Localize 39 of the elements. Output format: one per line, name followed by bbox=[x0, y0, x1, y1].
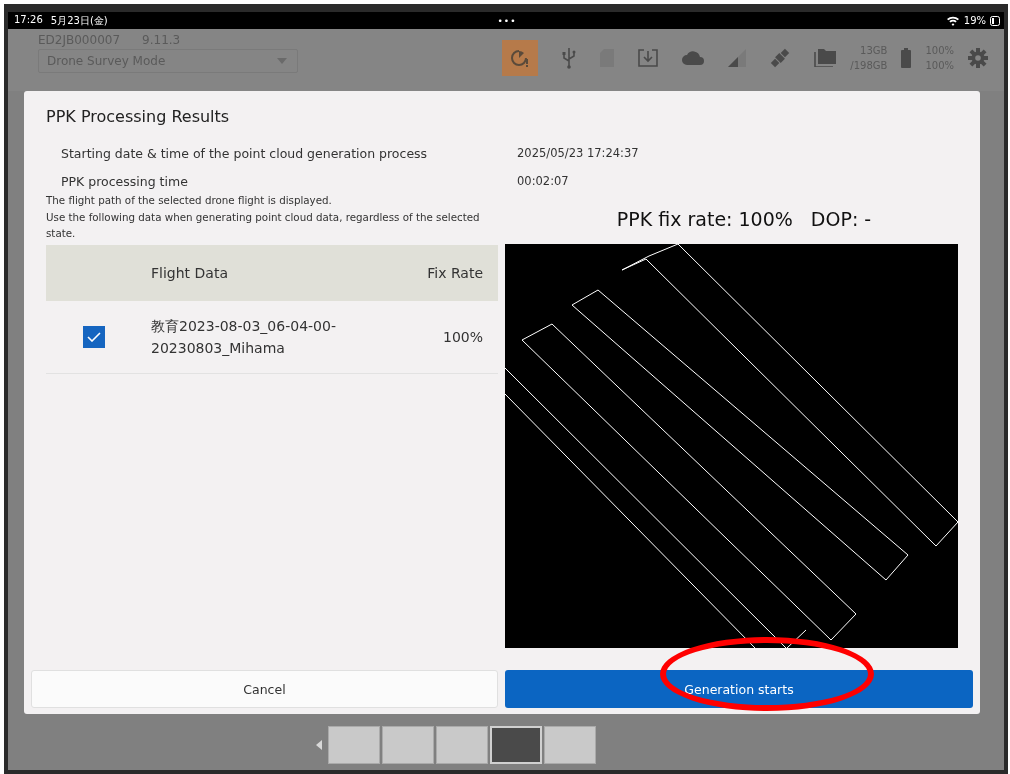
info-value: 00:02:07 bbox=[517, 174, 569, 188]
note-text: Use the following data when generating point cloud data, regardless of the selected state. bbox=[46, 209, 481, 241]
table-cell-text: 教育2023-08-03_06-04-00-20230803_Mihama bbox=[151, 316, 337, 358]
page-thumbnail[interactable] bbox=[328, 726, 380, 764]
page-thumbnail[interactable] bbox=[490, 726, 542, 764]
status-date: 5月23日(金) bbox=[50, 13, 108, 28]
battery-percent: 19% bbox=[963, 15, 986, 26]
multitask-dots[interactable]: ••• bbox=[497, 15, 517, 26]
satellite-icon[interactable] bbox=[770, 48, 791, 68]
settings-icon[interactable] bbox=[968, 48, 988, 68]
checkbox[interactable] bbox=[82, 325, 105, 348]
folder-icon[interactable] bbox=[814, 49, 837, 67]
battery-icon bbox=[990, 15, 1000, 26]
info-label: PPK processing time bbox=[61, 173, 189, 189]
signal-icon[interactable] bbox=[728, 49, 747, 67]
info-label: Starting date & time of the point cloud generation process bbox=[61, 145, 429, 161]
dop-summary: DOP: - bbox=[810, 208, 872, 232]
page-thumbnail[interactable] bbox=[382, 726, 434, 764]
page-thumbnail[interactable] bbox=[544, 726, 596, 764]
usb-icon[interactable] bbox=[562, 47, 577, 69]
start-button[interactable]: Generation starts bbox=[505, 670, 973, 708]
caret-icon bbox=[277, 58, 287, 64]
column-header: Fix Rate bbox=[426, 264, 484, 281]
download-icon[interactable] bbox=[638, 49, 659, 67]
checkmark-icon bbox=[86, 331, 101, 342]
column-header: Flight Data bbox=[151, 264, 229, 281]
fix-rate-summary: PPK fix rate: 100% bbox=[616, 208, 793, 232]
table-cell-text: 100% bbox=[441, 328, 484, 345]
dialog-title: PPK Processing Results bbox=[45, 107, 231, 128]
left-arrow-icon[interactable] bbox=[316, 740, 322, 750]
timer-alert-icon[interactable] bbox=[502, 40, 539, 76]
status-time: 17:26 bbox=[14, 13, 43, 27]
cancel-button[interactable]: Cancel bbox=[31, 670, 498, 708]
info-value: 2025/05/23 17:24:37 bbox=[517, 146, 639, 160]
page-thumbnail[interactable] bbox=[436, 726, 488, 764]
battery-icon bbox=[901, 48, 912, 68]
wifi-icon bbox=[945, 15, 960, 26]
note-text: The flight path of the selected drone flight is displayed. bbox=[46, 193, 333, 208]
cloud-icon[interactable] bbox=[682, 51, 705, 65]
